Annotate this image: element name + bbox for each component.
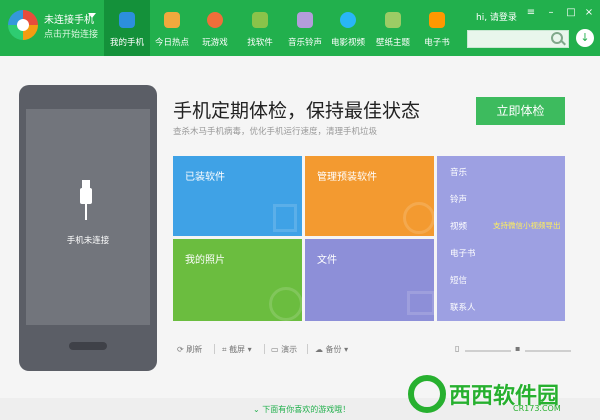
panel-item-video[interactable]: 视频 — [450, 220, 467, 232]
refresh-icon: ⟳ — [177, 345, 184, 354]
tab-label: 电子书 — [424, 38, 450, 48]
backup-button[interactable]: ☁ 备份 ▾ — [315, 344, 348, 355]
page-subtitle: 查杀木马手机病毒，优化手机运行速度，清理手机垃圾 — [173, 127, 378, 137]
phone-storage-icon: ▯ — [455, 344, 460, 353]
tile-label: 文件 — [317, 255, 337, 266]
chevron-down-icon: ⌄ — [253, 405, 260, 414]
divider — [214, 344, 215, 354]
screenshot-button[interactable]: ⌗ 截屏 ▾ — [222, 344, 252, 355]
divider — [264, 344, 265, 354]
check-now-button[interactable]: 立即体检 — [476, 97, 565, 125]
watermark: 西西软件园 CR173.COM — [405, 372, 595, 416]
game-icon — [207, 12, 223, 28]
minimize-icon[interactable]: – — [546, 8, 556, 18]
maximize-icon[interactable]: □ — [566, 8, 576, 18]
screen-icon: ▭ — [271, 345, 279, 354]
sd-storage-bar — [525, 350, 571, 352]
photo-icon — [269, 287, 303, 321]
phone-status-label: 手机未连接 — [66, 236, 110, 246]
login-link[interactable]: hi, 请登录 — [476, 10, 517, 23]
panel-item-sms[interactable]: 短信 — [450, 274, 467, 286]
divider — [307, 344, 308, 354]
video-icon — [340, 12, 356, 28]
game-recommend-link[interactable]: ⌄ 下面有你喜欢的游戏哦！ — [253, 404, 350, 415]
demo-button[interactable]: ▭ 演示 — [271, 344, 297, 355]
ebook-icon — [429, 12, 445, 28]
phone-storage-bar — [465, 350, 511, 352]
chevron-down-icon[interactable] — [88, 13, 96, 18]
music-icon — [297, 12, 313, 28]
tile-photos[interactable]: 我的照片 — [173, 239, 303, 321]
page-title: 手机定期体检，保持最佳状态 — [173, 100, 421, 122]
watermark-logo — [408, 375, 446, 413]
phone-home-button — [69, 342, 107, 350]
cloud-icon: ☁ — [315, 345, 323, 354]
apps-icon — [273, 204, 297, 232]
promo-text[interactable]: 支持微信小视频导出 — [493, 220, 561, 231]
menu-icon[interactable]: ≡ — [526, 8, 536, 18]
close-icon[interactable]: × — [584, 8, 594, 18]
tile-label: 管理预装软件 — [317, 172, 377, 183]
search-icon[interactable] — [551, 32, 563, 44]
tile-installed-apps[interactable]: 已装软件 — [173, 156, 302, 236]
panel-item-ebooks[interactable]: 电子书 — [450, 247, 476, 259]
panel-item-contacts[interactable]: 联系人 — [450, 301, 476, 313]
connection-subtitle[interactable]: 点击开始连接 — [44, 27, 98, 40]
watermark-url: CR173.COM — [513, 404, 561, 413]
tile-preinstalled-apps[interactable]: 管理预装软件 — [305, 156, 435, 236]
tile-label: 我的照片 — [185, 255, 225, 266]
panel-item-ringtones[interactable]: 铃声 — [450, 193, 467, 205]
connection-title[interactable]: 未连接手机 — [44, 11, 94, 26]
folder-icon — [407, 291, 435, 315]
wrench-icon — [403, 202, 435, 234]
usb-icon — [80, 180, 92, 220]
panel-item-music[interactable]: 音乐 — [450, 166, 467, 178]
sd-card-icon: ▪ — [515, 344, 521, 353]
tab-ebook[interactable]: 电子书 — [414, 0, 460, 56]
download-icon[interactable]: ↓ — [576, 29, 594, 47]
app-logo — [8, 10, 38, 40]
phone-icon — [119, 12, 135, 28]
media-panel: 音乐 铃声 视频 支持微信小视频导出 电子书 短信 联系人 — [437, 156, 565, 321]
android-icon — [252, 12, 268, 28]
wallpaper-icon — [385, 12, 401, 28]
refresh-button[interactable]: ⟳ 刷新 — [177, 344, 202, 355]
crop-icon: ⌗ — [222, 345, 227, 354]
hot-icon — [164, 12, 180, 28]
top-bar: 未连接手机 点击开始连接 我的手机 今日热点 玩游戏 找软件 音乐铃声 电影视频… — [0, 0, 600, 56]
tile-label: 已装软件 — [185, 172, 225, 183]
tile-files[interactable]: 文件 — [305, 239, 435, 321]
